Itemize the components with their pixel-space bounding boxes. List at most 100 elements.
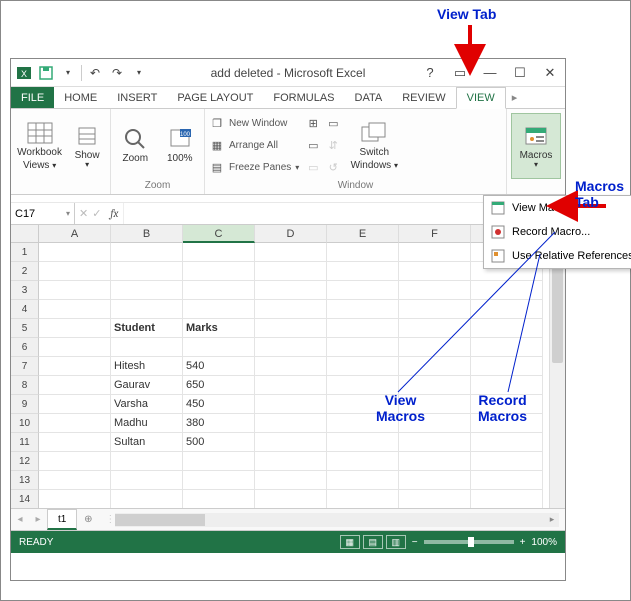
tab-insert[interactable]: INSERT	[107, 87, 167, 108]
minimize-button[interactable]: ―	[475, 61, 505, 85]
row-header[interactable]: 1	[11, 243, 39, 262]
switch-windows-button[interactable]: Switch Windows ▾	[347, 113, 401, 179]
view-side-by-side-icon[interactable]: ▭	[325, 116, 341, 132]
sync-scroll-icon[interactable]: ⇵	[325, 138, 341, 154]
zoom-out-button[interactable]: −	[412, 537, 418, 548]
show-button[interactable]: Show ▾	[68, 113, 106, 179]
row-header[interactable]: 13	[11, 471, 39, 490]
save-icon[interactable]	[37, 64, 55, 82]
ribbon-collapse-icon[interactable]: ▸	[506, 87, 524, 108]
svg-text:100: 100	[180, 132, 191, 138]
new-sheet-button[interactable]: ⊕	[77, 509, 99, 530]
macros-icon	[522, 124, 550, 148]
relative-references-icon	[490, 248, 506, 264]
zoom-slider[interactable]	[424, 540, 514, 544]
row-header[interactable]: 11	[11, 433, 39, 452]
zoom-in-button[interactable]: +	[520, 537, 526, 548]
reset-window-icon[interactable]: ↺	[325, 160, 341, 176]
cell-c11[interactable]: 500	[183, 433, 255, 452]
tab-home[interactable]: HOME	[54, 87, 107, 108]
redo-icon[interactable]: ↷	[108, 64, 126, 82]
cell-b9[interactable]: Varsha	[111, 395, 183, 414]
new-window-button[interactable]: ❐New Window	[209, 114, 299, 134]
select-all-corner[interactable]	[11, 225, 39, 243]
formula-bar: C17 ▾ ✕ ✓ fx	[11, 203, 565, 225]
arrange-all-button[interactable]: ▦Arrange All	[209, 136, 299, 156]
record-macro-icon	[490, 224, 506, 240]
macros-button[interactable]: Macros ▾	[511, 113, 561, 179]
status-bar: READY ▦ ▤ ▥ − + 100%	[11, 531, 565, 553]
row-header[interactable]: 12	[11, 452, 39, 471]
use-relative-references-item[interactable]: Use Relative References	[484, 244, 631, 268]
cell-c8[interactable]: 650	[183, 376, 255, 395]
col-header-f[interactable]: F	[399, 225, 471, 243]
split-icon[interactable]: ⊞	[305, 116, 321, 132]
zoom-icon	[121, 127, 149, 151]
row-header[interactable]: 4	[11, 300, 39, 319]
qat-dropdown-icon[interactable]: ▾	[59, 64, 77, 82]
status-ready: READY	[19, 537, 53, 548]
name-box[interactable]: C17 ▾	[11, 203, 75, 224]
window-title: add deleted - Microsoft Excel	[211, 66, 366, 80]
freeze-panes-button[interactable]: ▤Freeze Panes▾	[209, 158, 299, 178]
quick-access-toolbar: X ▾ ↶ ↷ ▾	[11, 64, 148, 82]
col-header-a[interactable]: A	[39, 225, 111, 243]
cell-c5[interactable]: Marks	[183, 319, 255, 338]
maximize-button[interactable]: ☐	[505, 61, 535, 85]
ribbon-display-button[interactable]: ▭	[445, 61, 475, 85]
col-header-d[interactable]: D	[255, 225, 327, 243]
row-header[interactable]: 14	[11, 490, 39, 509]
show-icon	[73, 124, 101, 148]
cell-c10[interactable]: 380	[183, 414, 255, 433]
horizontal-scrollbar[interactable]: ◂▸	[115, 513, 559, 527]
cell-b5[interactable]: Student	[111, 319, 183, 338]
close-button[interactable]: ✕	[535, 61, 565, 85]
row-header[interactable]: 2	[11, 262, 39, 281]
row-header[interactable]: 8	[11, 376, 39, 395]
row-header[interactable]: 10	[11, 414, 39, 433]
row-header[interactable]: 5	[11, 319, 39, 338]
zoom-level[interactable]: 100%	[531, 537, 557, 548]
cell-c7[interactable]: 540	[183, 357, 255, 376]
fx-label[interactable]: fx	[105, 207, 123, 220]
help-button[interactable]: ?	[415, 61, 445, 85]
row-header[interactable]: 9	[11, 395, 39, 414]
page-break-view-icon[interactable]: ▥	[386, 535, 406, 549]
cell-b11[interactable]: Sultan	[111, 433, 183, 452]
freeze-panes-icon: ▤	[209, 160, 225, 176]
col-header-b[interactable]: B	[111, 225, 183, 243]
zoom-100-button[interactable]: 100 100%	[160, 113, 201, 179]
spreadsheet-grid[interactable]: A B C D E F G 1 2 3 4 5 6 7 8 9 10 11 12…	[11, 225, 565, 509]
tab-view[interactable]: VIEW	[456, 87, 506, 109]
arrange-all-icon: ▦	[209, 138, 225, 154]
zoom-button[interactable]: Zoom	[115, 113, 156, 179]
unhide-icon[interactable]: ▭	[305, 160, 321, 176]
undo-icon[interactable]: ↶	[86, 64, 104, 82]
col-header-c[interactable]: C	[183, 225, 255, 243]
cell-b7[interactable]: Hitesh	[111, 357, 183, 376]
row-header[interactable]: 3	[11, 281, 39, 300]
workbook-views-icon	[26, 121, 54, 145]
page-layout-view-icon[interactable]: ▤	[363, 535, 383, 549]
cell-b10[interactable]: Madhu	[111, 414, 183, 433]
tab-formulas[interactable]: FORMULAS	[263, 87, 344, 108]
sheet-tab-active[interactable]: t1	[47, 509, 77, 530]
tab-page-layout[interactable]: PAGE LAYOUT	[167, 87, 263, 108]
annotation-view-tab: View Tab	[437, 6, 496, 22]
annotation-record-macros: Record Macros	[478, 392, 527, 424]
tab-nav[interactable]: ◂▸	[11, 514, 47, 525]
normal-view-icon[interactable]: ▦	[340, 535, 360, 549]
hide-icon[interactable]: ▭	[305, 138, 321, 154]
tab-review[interactable]: REVIEW	[392, 87, 455, 108]
row-header[interactable]: 7	[11, 357, 39, 376]
redo-dropdown-icon[interactable]: ▾	[130, 64, 148, 82]
row-header[interactable]: 6	[11, 338, 39, 357]
record-macro-item[interactable]: Record Macro...	[484, 220, 631, 244]
cell-b8[interactable]: Gaurav	[111, 376, 183, 395]
namebox-dropdown-icon[interactable]: ▾	[66, 209, 70, 218]
col-header-e[interactable]: E	[327, 225, 399, 243]
tab-data[interactable]: DATA	[345, 87, 393, 108]
cell-c9[interactable]: 450	[183, 395, 255, 414]
tab-file[interactable]: FILE	[11, 87, 54, 108]
workbook-views-button[interactable]: Workbook Views ▾	[15, 113, 64, 179]
